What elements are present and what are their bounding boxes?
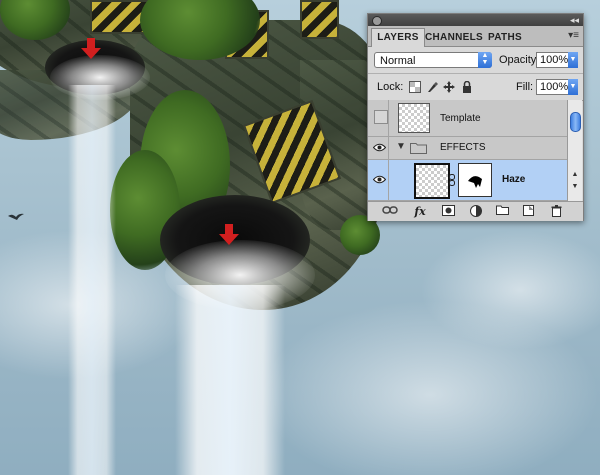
lock-label: Lock: (377, 81, 404, 93)
fill-label: Fill: (516, 81, 534, 93)
group-name: EFFECTS (440, 142, 486, 153)
panel-titlebar[interactable]: ◂◂ (368, 14, 583, 26)
visibility-toggle[interactable] (370, 160, 389, 200)
layer-mask-thumbnail[interactable] (458, 163, 492, 197)
new-layer-icon[interactable] (520, 205, 536, 218)
eye-icon (373, 143, 386, 152)
lock-row: Lock: Fill: 100% ▼ (368, 74, 583, 101)
lock-pixels-icon[interactable] (426, 81, 438, 93)
waterfall-left (68, 85, 116, 475)
layer-thumbnail (414, 163, 450, 199)
layer-row-haze[interactable]: Haze (368, 160, 567, 201)
folder-icon (410, 143, 427, 154)
layer-row-effects-group[interactable]: ▼ EFFECTS (368, 137, 567, 160)
close-icon[interactable] (372, 16, 382, 26)
tab-channels[interactable]: CHANNELS (425, 29, 483, 46)
red-arrow-icon (219, 224, 239, 245)
lock-transparent-icon[interactable] (409, 81, 421, 93)
scroll-thumb[interactable] (570, 112, 581, 132)
opacity-label: Opacity: (499, 54, 540, 66)
fx-icon[interactable]: fx (412, 205, 428, 218)
link-layers-icon[interactable] (382, 205, 398, 218)
opacity-field[interactable]: 100% ▼ (536, 52, 578, 68)
panel-menu-icon[interactable]: ▾≡ (568, 30, 579, 41)
fill-value: 100% (540, 81, 569, 93)
dropdown-arrow-icon[interactable]: ▼ (568, 52, 578, 68)
bird-icon (8, 213, 24, 220)
dropdown-arrow-icon[interactable]: ▼ (568, 79, 578, 95)
mask-shape (468, 176, 482, 188)
new-group-icon[interactable] (494, 205, 510, 218)
blend-row: Normal ▲ ▼ Opacity: 100% ▼ (368, 47, 583, 74)
opacity-value: 100% (540, 54, 569, 66)
layer-list: Template ▼ EFFECTS Haze (368, 100, 567, 201)
fill-field[interactable]: 100% ▼ (536, 79, 578, 95)
layer-mask-icon[interactable] (440, 205, 456, 218)
trash-icon[interactable] (548, 205, 564, 218)
stepper-icon[interactable]: ▲ ▼ (478, 52, 492, 68)
adjustment-layer-icon[interactable] (468, 205, 484, 218)
tab-paths[interactable]: PATHS (485, 29, 525, 46)
eye-icon (373, 175, 386, 184)
visibility-toggle[interactable] (370, 137, 389, 159)
blend-mode-value: Normal (380, 55, 416, 67)
hazard-stripes (300, 0, 339, 39)
blend-mode-select[interactable]: Normal ▲ ▼ (374, 52, 492, 68)
visibility-empty-icon (374, 110, 388, 124)
panel-tabs: LAYERS CHANNELS PATHS ▾≡ (368, 26, 583, 47)
lock-position-icon[interactable] (443, 81, 455, 93)
scroll-down-icon[interactable]: ▼ (568, 182, 582, 192)
visibility-toggle[interactable] (370, 100, 389, 136)
layers-panel: ◂◂ LAYERS CHANNELS PATHS ▾≡ Normal ▲ ▼ Op… (367, 13, 584, 221)
disclosure-triangle-icon[interactable]: ▼ (396, 141, 406, 152)
scroll-up-icon[interactable]: ▲ (568, 170, 582, 180)
layer-name: Template (440, 113, 481, 124)
collapse-icon[interactable]: ◂◂ (570, 14, 579, 26)
layer-list-scrollbar[interactable]: ▲ ▼ (567, 100, 582, 201)
tree-foliage (340, 215, 380, 255)
panel-toolbar: fx (368, 201, 583, 221)
red-arrow-icon (81, 38, 101, 59)
layer-thumbnail (398, 103, 430, 133)
lock-all-icon[interactable] (461, 81, 473, 93)
tab-layers[interactable]: LAYERS (371, 28, 425, 47)
waterfall-center (175, 285, 285, 475)
layer-name: Haze (502, 174, 526, 185)
layer-row-template[interactable]: Template (368, 100, 567, 137)
chain-link-icon[interactable] (449, 174, 455, 186)
